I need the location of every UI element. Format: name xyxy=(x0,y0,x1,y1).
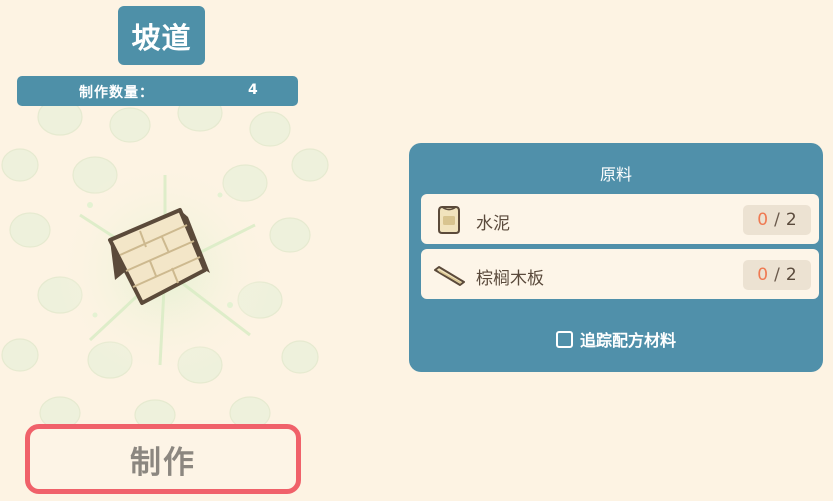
material-need-count: 2 xyxy=(785,210,797,230)
palm-plank-icon xyxy=(434,266,465,286)
track-checkbox[interactable] xyxy=(555,330,573,348)
track-recipe-toggle[interactable]: 追踪配方材料 xyxy=(409,327,823,351)
material-need-count: 2 xyxy=(785,265,797,285)
count-separator: / xyxy=(774,265,780,285)
materials-title: 原料 xyxy=(599,165,632,184)
materials-panel: 原料 水泥 0 / 2 棕榈木板 0 / 2 追踪配方材料 xyxy=(409,143,823,372)
ramp-icon xyxy=(87,192,233,318)
material-count: 0 / 2 xyxy=(743,260,811,290)
material-have-count: 0 xyxy=(757,265,769,285)
material-name: 棕榈木板 xyxy=(476,269,544,289)
material-name: 水泥 xyxy=(476,214,510,234)
material-count: 0 / 2 xyxy=(743,205,811,235)
material-row-cement[interactable]: 水泥 0 / 2 xyxy=(421,194,819,244)
quantity-value: 4 xyxy=(248,82,258,98)
cement-bag-icon xyxy=(438,206,460,234)
craft-button[interactable]: 制作 xyxy=(25,424,301,494)
item-title: 坡道 xyxy=(118,6,205,65)
count-separator: / xyxy=(774,210,780,230)
material-row-palm-plank[interactable]: 棕榈木板 0 / 2 xyxy=(421,249,819,299)
track-label: 追踪配方材料 xyxy=(579,331,676,350)
material-have-count: 0 xyxy=(757,210,769,230)
quantity-bar: 制作数量： 4 xyxy=(17,76,298,106)
quantity-label: 制作数量： xyxy=(79,85,154,101)
